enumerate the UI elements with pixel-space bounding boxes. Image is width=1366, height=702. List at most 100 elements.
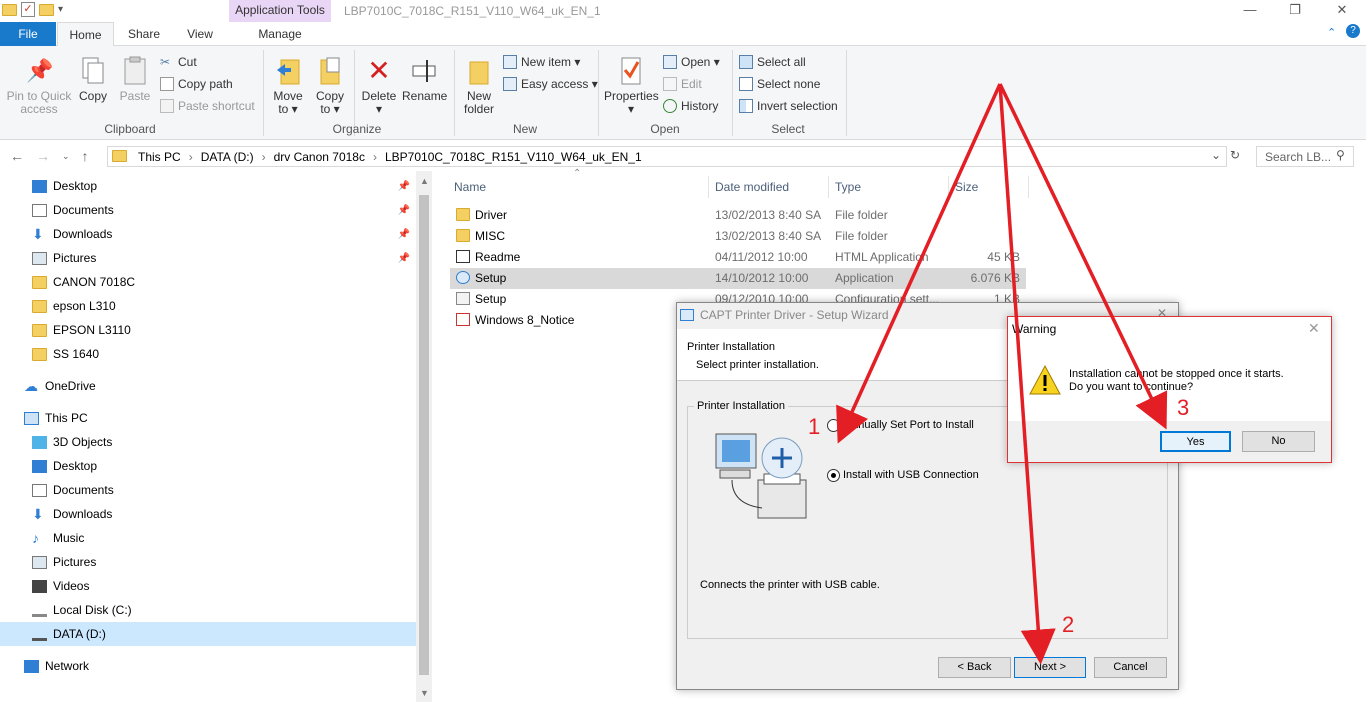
nav-item-network[interactable]: Network [0, 654, 416, 678]
nav-item-this-pc[interactable]: This PC [0, 406, 416, 430]
easy-access-button[interactable]: Easy access ▾ [503, 77, 598, 91]
recent-locations-icon[interactable]: ⌄ [62, 148, 70, 164]
minimize-button[interactable]: — [1240, 2, 1260, 17]
column-divider[interactable] [1028, 176, 1029, 198]
refresh-icon[interactable]: ↻ [1230, 148, 1240, 162]
column-divider[interactable] [948, 176, 949, 198]
breadcrumb-data-d[interactable]: DATA (D:) [201, 150, 254, 164]
column-header-type[interactable]: Type [835, 180, 861, 194]
tab-home[interactable]: Home [57, 22, 114, 47]
breadcrumb-drv-canon[interactable]: drv Canon 7018c [274, 150, 365, 164]
cut-button[interactable]: ✂ Cut [160, 55, 197, 69]
rename-button[interactable]: Rename [402, 56, 447, 103]
edit-button[interactable]: Edit [663, 77, 702, 91]
scroll-up-icon[interactable]: ▲ [420, 176, 429, 186]
yes-button[interactable]: Yes [1160, 431, 1231, 452]
radio-usb-connection[interactable] [827, 469, 840, 482]
file-row[interactable]: Driver 13/02/2013 8:40 SA File folder [450, 205, 1026, 226]
nav-item-local-disk-c[interactable]: Local Disk (C:) [0, 598, 416, 622]
column-header-size[interactable]: Size [955, 180, 978, 194]
select-none-button[interactable]: Select none [739, 77, 820, 91]
close-button[interactable]: ✕ [1332, 2, 1352, 18]
next-button[interactable]: Next > [1014, 657, 1086, 678]
delete-button[interactable]: ✕ Delete ▾ [360, 56, 398, 116]
tab-manage[interactable]: Manage [229, 22, 331, 46]
address-bar[interactable]: This PC › DATA (D:) › drv Canon 7018c › … [107, 146, 1227, 167]
pin-quick-access-button[interactable]: 📌 Pin to Quick access [6, 56, 72, 116]
chevron-down-icon[interactable]: ⌄ [1211, 148, 1221, 162]
back-button[interactable]: < Back [938, 657, 1011, 678]
column-divider[interactable] [828, 176, 829, 198]
copy-button[interactable]: Copy [76, 56, 110, 103]
nav-item-documents[interactable]: Documents 📌 [0, 198, 416, 222]
nav-item-epson-l310[interactable]: epson L310 [0, 294, 416, 318]
nav-item-onedrive[interactable]: ☁ OneDrive [0, 374, 416, 398]
help-icon[interactable]: ? [1346, 24, 1360, 38]
folder-icon[interactable] [2, 3, 17, 16]
new-item-button[interactable]: New item ▾ [503, 55, 580, 69]
nav-item-epson-l3110[interactable]: EPSON L3110 [0, 318, 416, 342]
collapse-ribbon-icon[interactable]: ⌃ [1327, 26, 1336, 39]
move-to-button[interactable]: Move to ▾ [270, 56, 306, 116]
select-all-button[interactable]: Select all [739, 55, 806, 69]
file-row[interactable]: MISC 13/02/2013 8:40 SA File folder [450, 226, 1026, 247]
customize-toolbar-icon[interactable]: ▾ [58, 4, 63, 15]
tab-share[interactable]: Share [118, 22, 170, 46]
chevron-right-icon[interactable]: › [373, 150, 377, 164]
nav-item-3d-objects[interactable]: 3D Objects [0, 430, 416, 454]
close-icon[interactable]: ✕ [1308, 320, 1320, 337]
up-arrow-icon[interactable]: ↑ [82, 148, 89, 164]
scroll-down-icon[interactable]: ▼ [420, 688, 429, 698]
nav-item-music[interactable]: ♪ Music [0, 526, 416, 550]
no-button[interactable]: No [1242, 431, 1315, 452]
properties-icon[interactable]: ✓ [21, 2, 35, 17]
manual-port-label[interactable]: Manually Set Port to Install [843, 419, 974, 431]
pin-icon[interactable]: 📌 [398, 181, 410, 192]
folder-icon [32, 347, 47, 361]
history-button[interactable]: History [663, 99, 718, 113]
invert-selection-button[interactable]: Invert selection [739, 99, 838, 113]
pin-icon[interactable]: 📌 [398, 253, 410, 264]
pdf-icon [456, 313, 470, 326]
usb-connection-label[interactable]: Install with USB Connection [843, 469, 979, 481]
nav-item-desktop[interactable]: Desktop 📌 [0, 174, 416, 198]
tab-view[interactable]: View [176, 22, 224, 46]
nav-item-canon[interactable]: CANON 7018C [0, 270, 416, 294]
maximize-button[interactable]: ❐ [1285, 2, 1305, 18]
chevron-right-icon[interactable]: › [262, 150, 266, 164]
nav-item-pc-documents[interactable]: Documents [0, 478, 416, 502]
nav-item-pc-desktop[interactable]: Desktop [0, 454, 416, 478]
copy-path-button[interactable]: Copy path [160, 77, 233, 91]
nav-item-data-d[interactable]: DATA (D:) [0, 622, 416, 646]
nav-item-pictures[interactable]: Pictures 📌 [0, 246, 416, 270]
back-arrow-icon[interactable]: ← [10, 148, 24, 164]
properties-button[interactable]: Properties ▾ [604, 56, 659, 116]
new-folder-icon[interactable] [39, 3, 54, 16]
chevron-right-icon[interactable]: › [189, 150, 193, 164]
breadcrumb-current-folder[interactable]: LBP7010C_7018C_R151_V110_W64_uk_EN_1 [385, 150, 642, 164]
nav-item-pc-downloads[interactable]: ⬇ Downloads [0, 502, 416, 526]
nav-item-pc-pictures[interactable]: Pictures [0, 550, 416, 574]
open-button[interactable]: Open ▾ [663, 55, 720, 69]
nav-item-downloads[interactable]: ⬇ Downloads 📌 [0, 222, 416, 246]
film-icon [32, 579, 47, 593]
forward-arrow-icon[interactable]: → [36, 148, 50, 164]
file-row-selected[interactable]: Setup 14/10/2012 10:00 Application 6.076 KB [450, 268, 1026, 289]
breadcrumb-this-pc[interactable]: This PC [138, 150, 181, 164]
new-folder-button[interactable]: New folder [460, 56, 498, 116]
paste-button[interactable]: Paste [118, 56, 152, 103]
column-header-date[interactable]: Date modified [715, 180, 789, 194]
radio-manual-port[interactable] [827, 419, 840, 432]
pin-icon[interactable]: 📌 [398, 229, 410, 240]
nav-item-ss1640[interactable]: SS 1640 [0, 342, 416, 366]
column-divider[interactable] [708, 176, 709, 198]
column-header-name[interactable]: Name [454, 180, 486, 194]
pin-icon[interactable]: 📌 [398, 205, 410, 216]
copy-to-button[interactable]: Copy to ▾ [312, 56, 348, 116]
paste-shortcut-button[interactable]: Paste shortcut [160, 99, 255, 113]
nav-scrollbar-thumb[interactable] [419, 195, 429, 675]
cancel-button[interactable]: Cancel [1094, 657, 1167, 678]
nav-item-videos[interactable]: Videos [0, 574, 416, 598]
tab-file[interactable]: File [0, 22, 56, 46]
file-row[interactable]: Readme 04/11/2012 10:00 HTML Application 45… [450, 247, 1026, 268]
